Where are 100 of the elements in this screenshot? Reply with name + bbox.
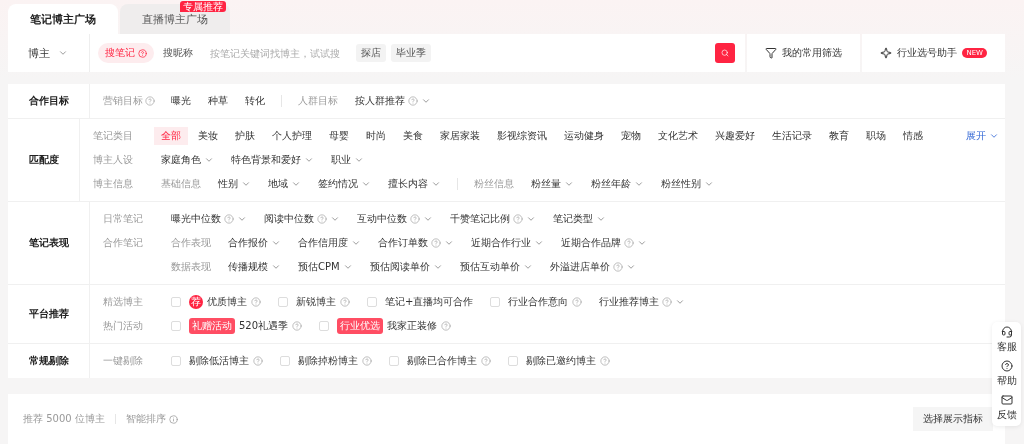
group-label: 基础信息 — [161, 177, 201, 191]
quick-action-button[interactable]: 我的常用筛选 — [747, 34, 861, 72]
filter-dropdown[interactable]: 合作报价 — [228, 236, 281, 250]
filter-dropdown[interactable]: 预估互动单价 — [459, 260, 533, 274]
filter-dropdown[interactable]: 互动中位数 — [357, 212, 433, 226]
select-metrics-button[interactable]: 选择展示指标 — [913, 407, 993, 431]
filter-dropdown[interactable]: 擅长内容 — [388, 177, 441, 191]
filter-dropdown[interactable]: 地域 — [268, 177, 301, 191]
category-option[interactable]: 宠物 — [614, 127, 648, 145]
search-hint-chip[interactable]: 探店 — [356, 44, 386, 62]
search-mode-tab[interactable]: 搜昵称 — [156, 43, 200, 63]
category-option[interactable]: 转化 — [238, 92, 272, 110]
chevron-down-icon — [342, 262, 353, 272]
filter-dropdown[interactable]: 性别 — [218, 177, 251, 191]
category-option[interactable]: 母婴 — [322, 127, 356, 145]
checkbox[interactable] — [280, 356, 290, 366]
search-button[interactable] — [715, 43, 736, 63]
filter-dropdown[interactable]: 阅读中位数 — [264, 212, 340, 226]
checkbox-label: 剔除已邀约博主 — [526, 354, 596, 368]
chevron-down-icon — [330, 214, 340, 224]
activity-tag: 行业优选 — [337, 318, 384, 334]
filter-dropdown[interactable]: 笔记类型 — [553, 212, 606, 226]
category-option[interactable]: 教育 — [822, 127, 856, 145]
chevron-down-icon — [204, 155, 214, 165]
filter-dropdown[interactable]: 粉丝年龄 — [591, 177, 644, 191]
row-label: 一键剔除 — [103, 354, 143, 368]
category-option[interactable]: 曝光 — [164, 92, 198, 110]
chevron-down-icon — [634, 179, 644, 189]
chevron-down-icon — [522, 262, 533, 272]
checkbox[interactable] — [389, 356, 399, 366]
headset-icon — [1000, 326, 1013, 338]
category-option[interactable]: 护肤 — [228, 127, 262, 145]
chevron-down-icon — [241, 179, 251, 189]
chevron-down-icon — [625, 262, 636, 272]
category-option[interactable]: 文化艺术 — [651, 127, 705, 145]
filter-dropdown[interactable]: 千赞笔记比例 — [450, 212, 536, 226]
checkbox-label: 笔记+直播均可合作 — [385, 295, 474, 309]
category-option[interactable]: 兴趣爱好 — [708, 127, 762, 145]
checkbox-label: 行业合作意向 — [508, 295, 569, 309]
filter-dropdown[interactable]: 家庭角色 — [161, 153, 214, 167]
checkbox[interactable] — [171, 297, 181, 307]
checkbox[interactable] — [278, 297, 288, 307]
category-option[interactable]: 生活记录 — [765, 127, 819, 145]
filter-dropdown[interactable]: 合作订单数 — [378, 236, 454, 250]
category-option[interactable]: 个人护理 — [265, 127, 319, 145]
side-tool-button[interactable]: 反馈 — [996, 394, 1017, 422]
section-title: 常规剔除 — [8, 344, 90, 378]
checkbox[interactable] — [319, 321, 330, 331]
section-title: 平台推荐 — [8, 285, 90, 343]
filter-dropdown[interactable]: 曝光中位数 — [171, 212, 247, 226]
checkbox[interactable] — [367, 297, 377, 307]
chevron-down-icon — [361, 179, 371, 189]
category-option[interactable]: 种草 — [201, 92, 235, 110]
filter-dropdown[interactable]: 粉丝性别 — [661, 177, 714, 191]
category-option[interactable]: 情感 — [896, 127, 930, 145]
filter-dropdown[interactable]: 近期合作行业 — [471, 236, 544, 250]
filter-dropdown[interactable]: 预估CPM — [298, 260, 353, 274]
side-tool-button[interactable]: 客服 — [996, 326, 1017, 354]
checkbox[interactable] — [508, 356, 518, 366]
filter-dropdown[interactable]: 近期合作品牌 — [561, 236, 647, 250]
search-icon — [721, 48, 730, 58]
activity-tag: 礼赠活动 — [189, 318, 235, 334]
recommend-tag: 荐 — [189, 295, 203, 309]
filter-dropdown[interactable]: 职业 — [331, 153, 364, 167]
category-option[interactable]: 美食 — [396, 127, 430, 145]
category-option[interactable]: 影视综资讯 — [490, 127, 554, 145]
checkbox[interactable] — [171, 321, 181, 331]
chevron-down-icon — [423, 214, 433, 224]
category-option[interactable]: 运动健身 — [557, 127, 611, 145]
filter-dropdown[interactable]: 合作信用度 — [298, 236, 361, 250]
checkbox[interactable] — [490, 297, 501, 307]
category-option[interactable]: 时尚 — [359, 127, 393, 145]
group-label: 数据表现 — [171, 260, 211, 274]
category-option[interactable]: 职场 — [859, 127, 893, 145]
search-hint-chip[interactable]: 毕业季 — [391, 44, 431, 62]
filter-dropdown[interactable]: 外溢进店单价 — [549, 260, 636, 274]
side-tool-button[interactable]: 帮助 — [996, 360, 1017, 388]
checkbox[interactable] — [171, 356, 181, 366]
filter-dropdown[interactable]: 行业推荐博主 — [599, 295, 686, 309]
row-label: 日常笔记 — [103, 212, 143, 226]
category-option[interactable]: 美妆 — [191, 127, 225, 145]
expand-link[interactable]: 展开 — [960, 128, 1005, 144]
chevron-down-icon — [271, 238, 281, 248]
checkbox-label: 我家正装修 — [387, 319, 438, 333]
filter-dropdown[interactable]: 按人群推荐 — [355, 94, 431, 108]
filter-dropdown[interactable]: 传播规模 — [228, 260, 281, 274]
chevron-down-icon — [421, 96, 431, 106]
filter-dropdown[interactable]: 特色背景和爱好 — [231, 153, 314, 167]
sparkle-icon — [880, 47, 893, 59]
filter-dropdown[interactable]: 粉丝量 — [531, 177, 574, 191]
row-label: 博主人设 — [93, 153, 133, 167]
tab[interactable]: 笔记博主广场 — [8, 4, 118, 34]
filter-dropdown[interactable]: 签约情况 — [318, 177, 371, 191]
row-label: 热门活动 — [103, 319, 143, 333]
category-option[interactable]: 家居家装 — [433, 127, 487, 145]
chevron-down-icon — [304, 155, 314, 165]
chevron-down-icon — [354, 155, 364, 165]
filter-dropdown[interactable]: 预估阅读单价 — [369, 260, 443, 274]
tab-badge: 专属推荐 — [180, 1, 226, 12]
group-label: 合作表现 — [171, 236, 211, 250]
